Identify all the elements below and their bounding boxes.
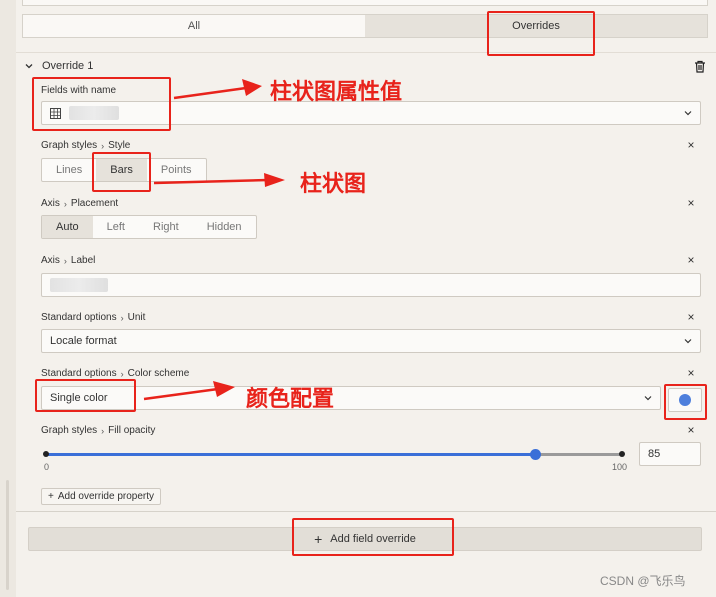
style-option-points[interactable]: Points	[147, 159, 206, 181]
fill-opacity-value: 85	[648, 448, 661, 460]
label-prop: Color scheme	[127, 368, 190, 379]
placement-option-left[interactable]: Left	[93, 216, 139, 238]
label-group: Axis	[41, 255, 60, 266]
breadcrumb-separator-icon: ›	[63, 255, 67, 266]
color-swatch	[679, 394, 691, 406]
chevron-down-icon	[684, 111, 692, 116]
field-name-value	[69, 106, 119, 120]
unit-value: Locale format	[50, 335, 117, 347]
plus-icon: +	[314, 531, 323, 547]
axis-placement-label: Axis › Placement	[41, 198, 118, 209]
label-group: Standard options	[41, 312, 117, 323]
color-scheme-value: Single color	[50, 392, 108, 404]
remove-axis-label-button[interactable]: ×	[686, 254, 696, 266]
chevron-down-icon	[25, 64, 33, 69]
graph-style-label: Graph styles › Style	[41, 140, 130, 151]
axis-label-input[interactable]	[41, 273, 701, 297]
fill-opacity-slider-fill	[46, 453, 536, 456]
tab-overrides[interactable]: Overrides	[365, 15, 707, 37]
axis-placement-radio: Auto Left Right Hidden	[41, 215, 257, 239]
label-prop: Style	[108, 140, 131, 151]
remove-unit-button[interactable]: ×	[686, 311, 696, 323]
axis-label-value	[50, 278, 108, 292]
breadcrumb-separator-icon: ›	[101, 425, 105, 436]
breadcrumb-separator-icon: ›	[63, 198, 67, 209]
left-gutter	[0, 0, 16, 597]
label-group: Standard options	[41, 368, 117, 379]
placement-option-hidden[interactable]: Hidden	[193, 216, 256, 238]
override-title: Override 1	[42, 60, 94, 72]
chevron-down-icon	[684, 339, 692, 344]
annotation-color-text: 颜色配置	[246, 387, 335, 412]
color-scheme-select[interactable]: Single color	[41, 386, 661, 410]
table-icon	[50, 107, 61, 119]
graph-style-radio: Lines Bars Points	[41, 158, 207, 182]
axis-label-label: Axis › Label	[41, 255, 95, 266]
label-prop: Placement	[70, 198, 119, 209]
options-tabs: All Overrides	[22, 14, 708, 38]
label-group: Axis	[41, 198, 60, 209]
fill-opacity-input[interactable]: 85	[639, 442, 701, 466]
label-group: Graph styles	[41, 425, 98, 436]
remove-axis-placement-button[interactable]: ×	[686, 197, 696, 209]
color-scheme-label: Standard options › Color scheme	[41, 368, 189, 379]
scrollbar[interactable]	[6, 480, 9, 590]
fill-opacity-label: Graph styles › Fill opacity	[41, 425, 155, 436]
tab-all[interactable]: All	[23, 15, 365, 37]
add-override-property-button[interactable]: + Add override property	[41, 488, 162, 505]
plus-icon: +	[48, 491, 54, 502]
add-field-override-button[interactable]: + Add field override	[28, 527, 702, 551]
slider-max-label: 100	[612, 462, 628, 472]
label-prop: Unit	[127, 312, 146, 323]
trash-icon[interactable]	[694, 60, 706, 73]
unit-select[interactable]: Locale format	[41, 329, 701, 353]
breadcrumb-separator-icon: ›	[120, 368, 124, 379]
label-prop: Fill opacity	[108, 425, 156, 436]
remove-color-scheme-button[interactable]: ×	[686, 367, 696, 379]
breadcrumb-separator-icon: ›	[101, 140, 105, 151]
slider-max-marker	[619, 451, 625, 457]
unit-label: Standard options › Unit	[41, 312, 145, 323]
placement-option-auto[interactable]: Auto	[42, 216, 93, 238]
remove-graph-style-button[interactable]: ×	[686, 139, 696, 151]
annotation-bars-text: 柱状图	[300, 172, 367, 197]
slider-min-marker	[43, 451, 49, 457]
add-field-override-label: Add field override	[330, 533, 416, 545]
fields-with-name-label: Fields with name	[41, 85, 116, 96]
color-picker-button[interactable]	[668, 388, 702, 412]
slider-min-label: 0	[44, 462, 50, 472]
style-option-lines[interactable]: Lines	[42, 159, 96, 181]
watermark: CSDN @飞乐鸟	[600, 574, 686, 588]
override-header[interactable]: Override 1	[24, 60, 93, 72]
placement-option-right[interactable]: Right	[139, 216, 193, 238]
label-prop: Label	[70, 255, 96, 266]
remove-fill-opacity-button[interactable]: ×	[686, 424, 696, 436]
add-property-label: Add override property	[57, 491, 155, 502]
annotation-fields-text: 柱状图属性值	[270, 80, 403, 105]
fields-label-text: Fields with name	[41, 85, 117, 96]
style-option-bars[interactable]: Bars	[96, 159, 147, 181]
previous-section-edge	[22, 0, 708, 6]
breadcrumb-separator-icon: ›	[120, 312, 124, 323]
chevron-down-icon	[644, 396, 652, 401]
label-group: Graph styles	[41, 140, 98, 151]
